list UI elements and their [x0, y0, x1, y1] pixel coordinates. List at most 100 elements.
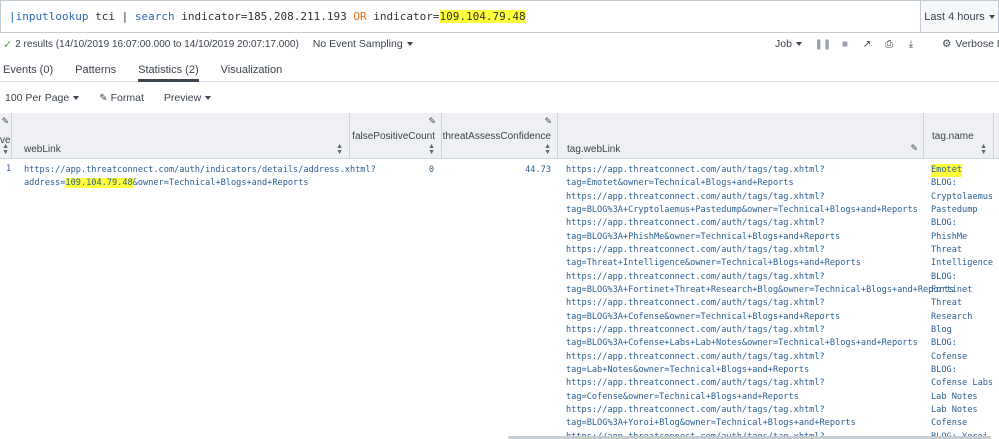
event-sampling-label: No Event Sampling	[312, 38, 403, 50]
job-status-row: ✓ 2 results (14/10/2019 16:07:00.000 to …	[0, 33, 999, 55]
tag-weblink-line: tag=BLOG%3A+Fortinet+Threat+Research+Blo…	[566, 284, 955, 295]
print-icon[interactable]: ⎙	[878, 39, 900, 50]
column-header-truncated	[994, 113, 999, 159]
weblink-highlighted-ip: 109.104.79.48	[65, 178, 133, 189]
results-summary: 2 results (14/10/2019 16:07:00.000 to 14…	[15, 38, 299, 50]
tag-name-line: BLOG:	[931, 178, 957, 189]
column-header-label: tag.webLink	[567, 144, 621, 155]
column-header-label: falsePositiveCount	[352, 131, 435, 142]
row-number: 1	[6, 164, 12, 174]
tag-weblink-line: tag=BLOG%3A+Cofense+Labs+Lab+Notes&owner…	[566, 338, 918, 349]
cell-tag-weblink[interactable]: https://app.threatconnect.com/auth/tags/…	[566, 164, 954, 439]
tag-name-line: Research	[931, 311, 973, 322]
search-command-search: search	[134, 10, 175, 23]
tag-weblink-line: https://app.threatconnect.com/auth/tags/…	[566, 351, 825, 362]
column-header-false-positive-count[interactable]: ✎ falsePositiveCount ▲ ▼	[350, 113, 442, 159]
search-bar: | inputlookup tci | search indicator=185.…	[0, 0, 999, 33]
tag-name-line: BLOG:	[931, 218, 957, 229]
cell-weblink[interactable]: https://app.threatconnect.com/auth/indic…	[24, 164, 376, 191]
tag-weblink-line: tag=Emotet&owner=Technical+Blogs+and+Rep…	[566, 178, 794, 189]
check-icon: ✓	[3, 38, 13, 51]
export-icon[interactable]: ⤓	[900, 39, 922, 50]
pencil-icon: ✎	[99, 92, 108, 104]
search-mode-icon: ⚙	[942, 38, 952, 50]
tag-weblink-line: https://app.threatconnect.com/auth/tags/…	[566, 378, 825, 389]
tag-weblink-line: tag=BLOG%3A+Yoroi+Blog&owner=Technical+B…	[566, 418, 856, 429]
pencil-icon[interactable]: ✎	[428, 116, 436, 127]
table-header: ✎ ve ▲ ▼ webLink ▲ ▼ ✎ falsePositiveCount …	[0, 113, 999, 159]
chevron-down-icon	[73, 96, 80, 100]
pause-icon[interactable]: ❚❚	[812, 39, 834, 50]
tag-name-line: Pastedump	[931, 204, 978, 215]
column-header-threat-assess-confidence[interactable]: ✎ threatAssessConfidence ▲ ▼	[442, 113, 558, 159]
search-arg: tci |	[88, 10, 135, 23]
search-arg: indicator=185.208.211.193	[174, 10, 354, 23]
tab-patterns[interactable]: Patterns	[75, 60, 116, 82]
format-button[interactable]: ✎ Format	[99, 92, 144, 104]
event-sampling-dropdown[interactable]: No Event Sampling	[313, 38, 413, 50]
tag-name-line: Intelligence	[931, 258, 994, 269]
table-toolbar: 100 Per Page ✎ Format Preview	[0, 88, 999, 108]
tag-weblink-line: https://app.threatconnect.com/auth/tags/…	[566, 244, 825, 255]
search-command-inputlookup: inputlookup	[15, 10, 89, 23]
pencil-icon[interactable]: ✎	[910, 143, 918, 154]
sort-icon[interactable]: ▲ ▼	[2, 143, 9, 156]
sort-icon[interactable]: ▲ ▼	[428, 143, 435, 156]
tag-weblink-line: https://app.threatconnect.com/auth/tags/…	[566, 191, 825, 202]
search-pipe: |	[9, 10, 16, 23]
weblink-line: address=109.104.79.48&owner=Technical+Bl…	[24, 177, 376, 190]
pencil-icon[interactable]: ✎	[544, 116, 552, 127]
tag-weblink-line: https://app.threatconnect.com/auth/tags/…	[566, 271, 825, 282]
per-page-label: 100 Per Page	[5, 92, 70, 104]
tag-weblink-line: tag=Threat+Intelligence&owner=Technical+…	[566, 258, 861, 269]
pencil-icon[interactable]: ✎	[1, 116, 9, 127]
tag-weblink-line: tag=Cofense&owner=Technical+Blogs+and+Re…	[566, 391, 799, 402]
tag-name-line: Cofense	[931, 351, 968, 362]
share-icon[interactable]: ↗	[856, 39, 878, 50]
search-operator-or: OR	[353, 10, 367, 23]
tag-weblink-line: tag=BLOG%3A+Cryptolaemus+Pastedump&owner…	[566, 204, 918, 215]
preview-label: Preview	[163, 92, 202, 104]
search-mode-dropdown[interactable]: ⚙Verbose Mo	[942, 33, 999, 55]
tag-weblink-line: https://app.threatconnect.com/auth/tags/…	[566, 324, 825, 335]
tag-name-line: Cryptolaemus	[931, 191, 994, 202]
results-tabs: Events (0) Patterns Statistics (2) Visua…	[0, 60, 999, 82]
chevron-down-icon	[205, 96, 212, 100]
column-header-weblink[interactable]: webLink ▲ ▼	[12, 113, 350, 159]
tag-name-line: Lab Notes	[931, 391, 978, 402]
sort-icon[interactable]: ▲ ▼	[980, 143, 987, 156]
column-header-truncated[interactable]: ✎ ve ▲ ▼	[0, 113, 12, 159]
tab-visualization[interactable]: Visualization	[221, 60, 283, 82]
stop-icon[interactable]: ■	[834, 39, 856, 50]
cell-tag-name[interactable]: Emotet BLOG: Cryptolaemus Pastedump BLOG: Phi…	[931, 164, 993, 439]
time-range-picker[interactable]: Last 4 hours	[920, 1, 998, 32]
tag-name-line: BLOG:	[931, 271, 957, 282]
preview-dropdown[interactable]: Preview	[163, 92, 212, 104]
tag-weblink-line: tag=Lab+Notes&owner=Technical+Blogs+and+…	[566, 364, 810, 375]
column-header-label: threatAssessConfidence	[442, 131, 551, 142]
tag-weblink-line: https://app.threatconnect.com/auth/tags/…	[566, 218, 825, 229]
column-header-tag-name[interactable]: tag.name ▲ ▼	[924, 113, 994, 159]
tag-name-line: Threat	[931, 298, 963, 309]
statistics-table: ✎ ve ▲ ▼ webLink ▲ ▼ ✎ falsePositiveCount …	[0, 113, 999, 439]
tag-name-line: Cofense	[931, 418, 968, 429]
weblink-part: &owner=Technical+Blogs+and+Reports	[132, 178, 309, 189]
sort-icon[interactable]: ▲ ▼	[544, 143, 551, 156]
tab-events[interactable]: Events (0)	[3, 60, 53, 82]
search-mode-label: Verbose Mo	[955, 38, 999, 50]
column-header-label: tag.name	[932, 131, 974, 142]
tag-name-line: Lab Notes	[931, 404, 978, 415]
column-header-label: webLink	[24, 144, 61, 155]
sort-icon[interactable]: ▲ ▼	[336, 143, 343, 156]
tag-name-line: BLOG:	[931, 364, 957, 375]
per-page-dropdown[interactable]: 100 Per Page	[5, 92, 80, 104]
tag-weblink-line: https://app.threatconnect.com/auth/tags/…	[566, 165, 825, 175]
weblink-part: address=	[24, 178, 66, 189]
job-menu[interactable]: Job	[775, 38, 802, 50]
chevron-down-icon	[795, 42, 802, 47]
search-input[interactable]: | inputlookup tci | search indicator=185.…	[1, 1, 920, 32]
tag-weblink-line: https://app.threatconnect.com/auth/tags/…	[566, 404, 825, 415]
column-header-tag-weblink[interactable]: tag.webLink ✎	[558, 113, 924, 159]
tab-statistics[interactable]: Statistics (2)	[138, 60, 199, 82]
tag-weblink-line: tag=BLOG%3A+PhishMe&owner=Technical+Blog…	[566, 231, 841, 242]
